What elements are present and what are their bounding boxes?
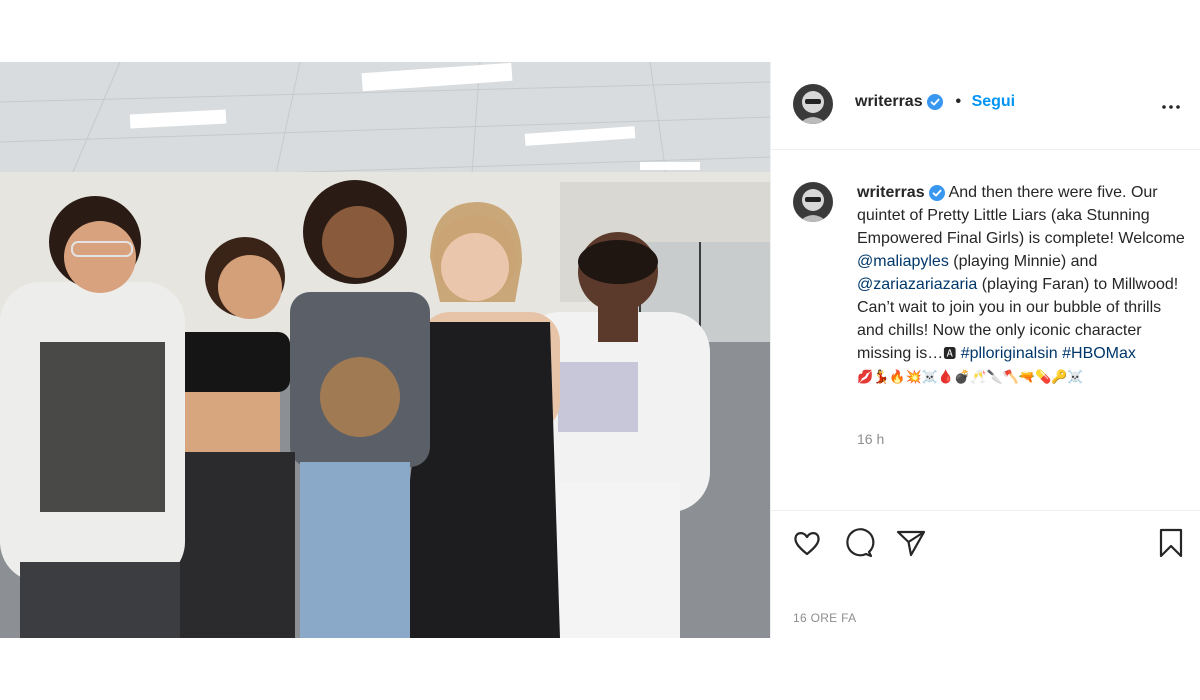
- hashtag-link[interactable]: #HBOMax: [1062, 345, 1136, 362]
- bookmark-icon[interactable]: [1155, 527, 1187, 559]
- paper-plane-icon[interactable]: [895, 527, 927, 559]
- caption-avatar[interactable]: [793, 182, 833, 222]
- post-date[interactable]: 16 ORE FA: [793, 611, 856, 625]
- follow-button[interactable]: Segui: [972, 93, 1016, 110]
- caption-username-link[interactable]: writerras: [857, 184, 925, 201]
- verified-badge-icon: [929, 184, 946, 201]
- caption-mid: (playing Minnie) and: [948, 253, 1098, 270]
- mention-link[interactable]: @zariazariazaria: [857, 276, 977, 293]
- post-actions-bar: 16 ORE FA: [771, 510, 1200, 638]
- separator-dot: •: [955, 93, 962, 110]
- post-header: writerras • Segui: [771, 62, 1200, 150]
- group-photo-illustration: [0, 62, 770, 638]
- comment-bubble-icon[interactable]: [843, 527, 875, 559]
- verified-badge-icon: [927, 93, 944, 110]
- username-link[interactable]: writerras: [855, 93, 923, 110]
- mention-link[interactable]: @maliapyles: [857, 253, 949, 270]
- post-sidebar: writerras • Segui writerras And then the…: [770, 62, 1200, 638]
- comment-timestamp[interactable]: 16 h: [857, 431, 884, 447]
- instagram-post: writerras • Segui writerras And then the…: [0, 62, 1200, 638]
- caption-text: writerras And then there were five. Our …: [857, 181, 1187, 389]
- heart-icon[interactable]: [791, 527, 823, 559]
- avatar[interactable]: [793, 84, 833, 124]
- more-options-icon[interactable]: [1159, 95, 1183, 119]
- post-photo[interactable]: [0, 62, 770, 638]
- emoji-line: 💋💃🔥💥☠️🩸💣🥂🔪🪓🔫💊🔑☠️: [857, 370, 1084, 385]
- header-username-row: writerras • Segui: [855, 93, 1015, 111]
- hashtag-link[interactable]: #plloriginalsin: [961, 345, 1058, 362]
- a-badge-emoji: 🅰: [943, 347, 957, 362]
